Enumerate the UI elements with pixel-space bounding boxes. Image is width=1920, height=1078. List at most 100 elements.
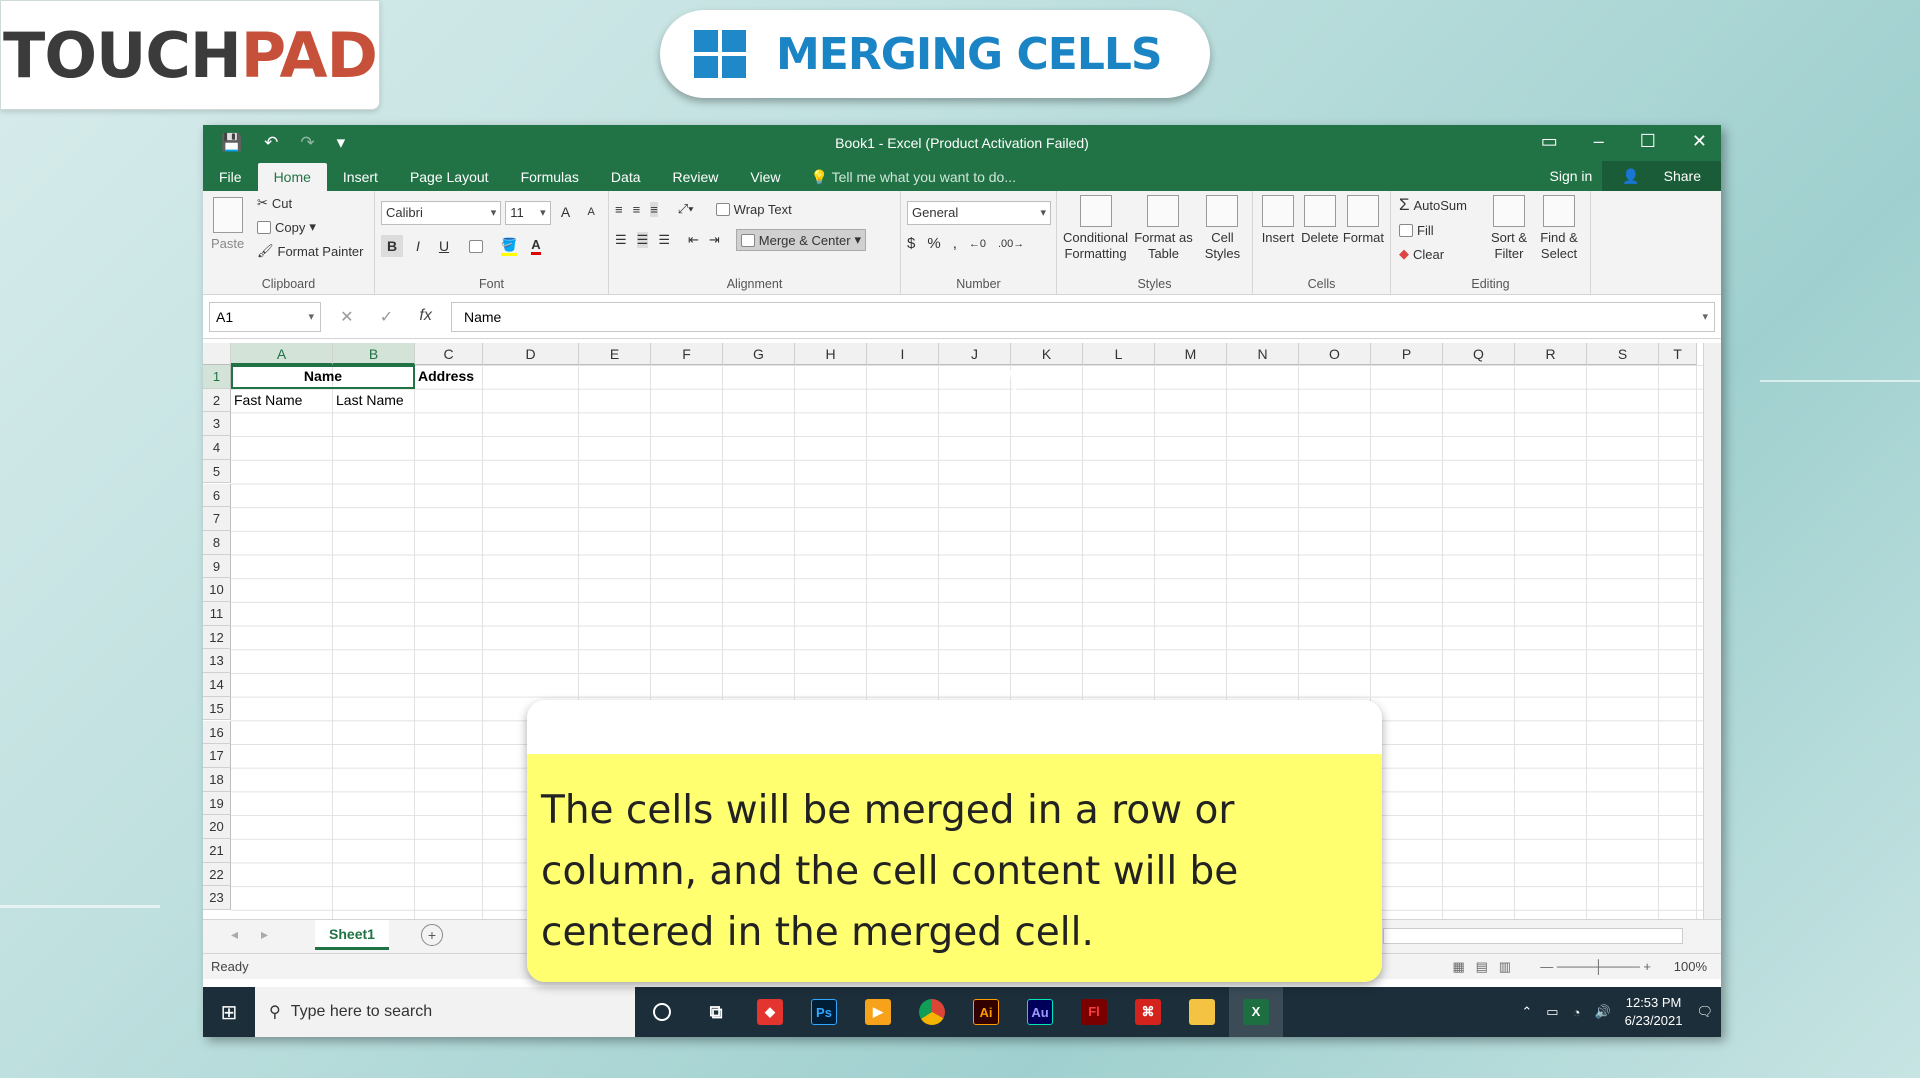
row-header-22[interactable]: 22 bbox=[203, 862, 231, 887]
column-header-k[interactable]: K bbox=[1011, 343, 1083, 365]
italic-button[interactable]: I bbox=[407, 235, 429, 257]
flash-app-icon[interactable]: Fl bbox=[1067, 987, 1121, 1037]
wifi-icon[interactable]: ◔ bbox=[1573, 1005, 1581, 1020]
column-header-f[interactable]: F bbox=[651, 343, 723, 365]
row-header-12[interactable]: 12 bbox=[203, 625, 231, 650]
increase-indent-icon[interactable]: ⇥ bbox=[709, 232, 720, 248]
decrease-indent-icon[interactable]: ⇤ bbox=[688, 232, 699, 248]
wrap-text-button[interactable]: Wrap Text bbox=[715, 202, 792, 217]
share-button[interactable]: 👤 Share bbox=[1602, 161, 1721, 191]
currency-button[interactable]: $ bbox=[907, 235, 915, 252]
row-header-17[interactable]: 17 bbox=[203, 744, 231, 768]
clear-button[interactable]: ◆ Clear bbox=[1399, 246, 1467, 262]
merge-center-button[interactable]: Merge & Center ▾ bbox=[735, 229, 867, 251]
tab-formulas[interactable]: Formulas bbox=[505, 163, 595, 191]
borders-icon[interactable] bbox=[469, 239, 483, 253]
column-header-a[interactable]: A bbox=[231, 343, 333, 365]
tab-page-layout[interactable]: Page Layout bbox=[394, 163, 505, 191]
column-header-e[interactable]: E bbox=[579, 343, 651, 365]
row-header-6[interactable]: 6 bbox=[203, 483, 231, 508]
row-header-21[interactable]: 21 bbox=[203, 839, 231, 863]
middle-align-icon[interactable]: ≡ bbox=[633, 202, 641, 217]
align-right-icon[interactable]: ☰ bbox=[658, 232, 670, 248]
sort-filter-button[interactable]: Sort & Filter bbox=[1487, 195, 1531, 262]
chrome-app-icon[interactable] bbox=[905, 987, 959, 1037]
row-header-23[interactable]: 23 bbox=[203, 886, 231, 911]
file-explorer-app-icon[interactable] bbox=[1175, 987, 1229, 1037]
row-header-5[interactable]: 5 bbox=[203, 459, 231, 484]
volume-icon[interactable]: 🔊 bbox=[1594, 1004, 1610, 1020]
decrease-decimal-icon[interactable]: .00→ bbox=[998, 238, 1024, 250]
column-header-l[interactable]: L bbox=[1083, 343, 1155, 365]
paste-button[interactable]: Paste bbox=[211, 197, 244, 252]
autosum-button[interactable]: Σ AutoSum bbox=[1399, 195, 1467, 215]
clock[interactable]: 12:53 PM 6/23/2021 bbox=[1625, 994, 1683, 1030]
cancel-icon[interactable]: ✕ bbox=[340, 307, 353, 327]
row-header-16[interactable]: 16 bbox=[203, 720, 231, 745]
increase-decimal-icon[interactable]: ←0 bbox=[969, 238, 986, 250]
vertical-scrollbar[interactable] bbox=[1703, 343, 1721, 919]
sheet-tab-sheet1[interactable]: Sheet1 bbox=[315, 920, 389, 950]
cortana-icon[interactable] bbox=[635, 987, 689, 1037]
row-header-20[interactable]: 20 bbox=[203, 815, 231, 839]
row-header-9[interactable]: 9 bbox=[203, 554, 231, 579]
cut-button[interactable]: ✂ Cut bbox=[257, 195, 364, 211]
row-header-2[interactable]: 2 bbox=[203, 388, 231, 413]
row-header-1[interactable]: 1 bbox=[203, 365, 231, 389]
media-player-app-icon[interactable]: ▶ bbox=[851, 987, 905, 1037]
row-header-18[interactable]: 18 bbox=[203, 767, 231, 792]
copy-button[interactable]: Copy ▾ bbox=[257, 219, 364, 235]
fill-button[interactable]: Fill bbox=[1399, 223, 1467, 238]
column-header-t[interactable]: T bbox=[1659, 343, 1697, 365]
format-painter-button[interactable]: 🖌 Format Painter bbox=[257, 243, 364, 259]
fill-color-icon[interactable]: 🪣 bbox=[501, 237, 518, 256]
column-header-j[interactable]: J bbox=[939, 343, 1011, 365]
cell-a2[interactable]: Fast Name bbox=[234, 389, 302, 413]
sheet-scroll-right-icon[interactable]: ▸ bbox=[261, 926, 268, 943]
row-header-10[interactable]: 10 bbox=[203, 578, 231, 602]
tab-review[interactable]: Review bbox=[657, 163, 735, 191]
row-header-4[interactable]: 4 bbox=[203, 436, 231, 460]
row-header-19[interactable]: 19 bbox=[203, 791, 231, 816]
orientation-icon[interactable]: ⤢▾ bbox=[678, 201, 694, 217]
anydesk-app-icon[interactable]: ◆ bbox=[743, 987, 797, 1037]
cell-b2[interactable]: Last Name bbox=[336, 389, 404, 413]
name-box[interactable]: A1 bbox=[209, 301, 321, 332]
chevron-up-icon[interactable]: ⌃ bbox=[1521, 1004, 1532, 1020]
grow-font-button[interactable]: A bbox=[555, 201, 577, 223]
font-color-icon[interactable]: A bbox=[531, 237, 541, 255]
column-header-m[interactable]: M bbox=[1155, 343, 1227, 365]
sheet-scroll-left-icon[interactable]: ◂ bbox=[231, 926, 238, 943]
zoom-level[interactable]: 100% bbox=[1674, 954, 1707, 980]
column-header-d[interactable]: D bbox=[483, 343, 579, 365]
windows-start-icon[interactable]: ⊞ bbox=[203, 1000, 255, 1025]
ribbon-display-icon[interactable]: ▭ bbox=[1541, 131, 1558, 152]
tab-file[interactable]: File bbox=[203, 163, 258, 191]
acrobat-app-icon[interactable]: ⌘ bbox=[1121, 987, 1175, 1037]
taskbar-search-box[interactable]: ⚲ Type here to search bbox=[255, 987, 635, 1037]
illustrator-app-icon[interactable]: Ai bbox=[959, 987, 1013, 1037]
tell-me-box[interactable]: 💡 Tell me what you want to do... bbox=[797, 163, 1017, 191]
photoshop-app-icon[interactable]: Ps bbox=[797, 987, 851, 1037]
formula-input[interactable]: Name bbox=[451, 301, 1715, 332]
task-view-icon[interactable]: ⧉ bbox=[689, 987, 743, 1037]
excel-app-icon[interactable]: X bbox=[1229, 987, 1283, 1037]
battery-icon[interactable]: ▭ bbox=[1546, 1004, 1558, 1020]
column-header-b[interactable]: B bbox=[333, 343, 415, 365]
percent-button[interactable]: % bbox=[927, 235, 940, 252]
row-header-3[interactable]: 3 bbox=[203, 412, 231, 437]
row-header-14[interactable]: 14 bbox=[203, 673, 231, 697]
column-header-c[interactable]: C bbox=[415, 343, 483, 365]
comma-button[interactable]: , bbox=[953, 235, 957, 252]
column-header-n[interactable]: N bbox=[1227, 343, 1299, 365]
column-header-h[interactable]: H bbox=[795, 343, 867, 365]
shrink-font-button[interactable]: A bbox=[580, 201, 602, 223]
column-header-p[interactable]: P bbox=[1371, 343, 1443, 365]
minimize-button[interactable]: – bbox=[1594, 131, 1604, 152]
column-header-s[interactable]: S bbox=[1587, 343, 1659, 365]
zoom-slider[interactable]: — ────┼──── + bbox=[1540, 954, 1651, 980]
maximize-button[interactable]: ☐ bbox=[1640, 131, 1656, 152]
number-format-combo[interactable]: General bbox=[907, 201, 1051, 225]
row-header-11[interactable]: 11 bbox=[203, 602, 231, 626]
align-center-icon[interactable]: ☰ bbox=[636, 232, 649, 248]
